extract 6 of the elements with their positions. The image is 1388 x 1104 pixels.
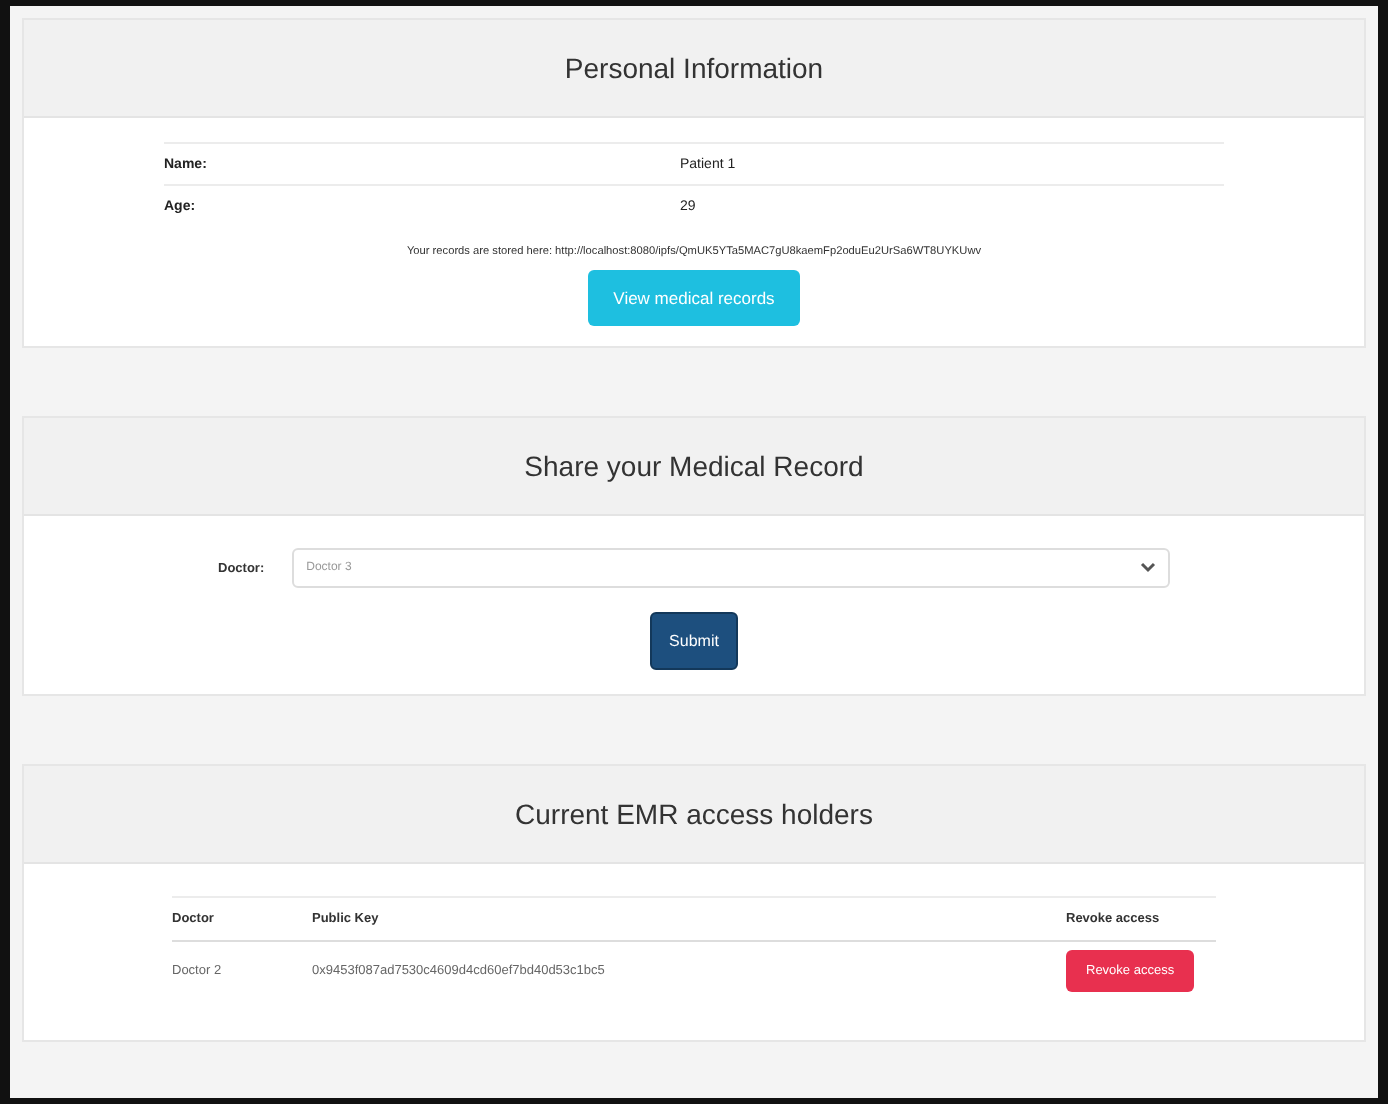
section-title: Personal Information — [564, 52, 824, 84]
section-title: Share your Medical Record — [524, 450, 864, 482]
view-records-button[interactable]: View medical records — [587, 270, 801, 326]
section-title: Current EMR access holders — [515, 798, 873, 830]
submit-button[interactable]: Submit — [649, 612, 739, 670]
caret-icon — [1140, 562, 1156, 574]
